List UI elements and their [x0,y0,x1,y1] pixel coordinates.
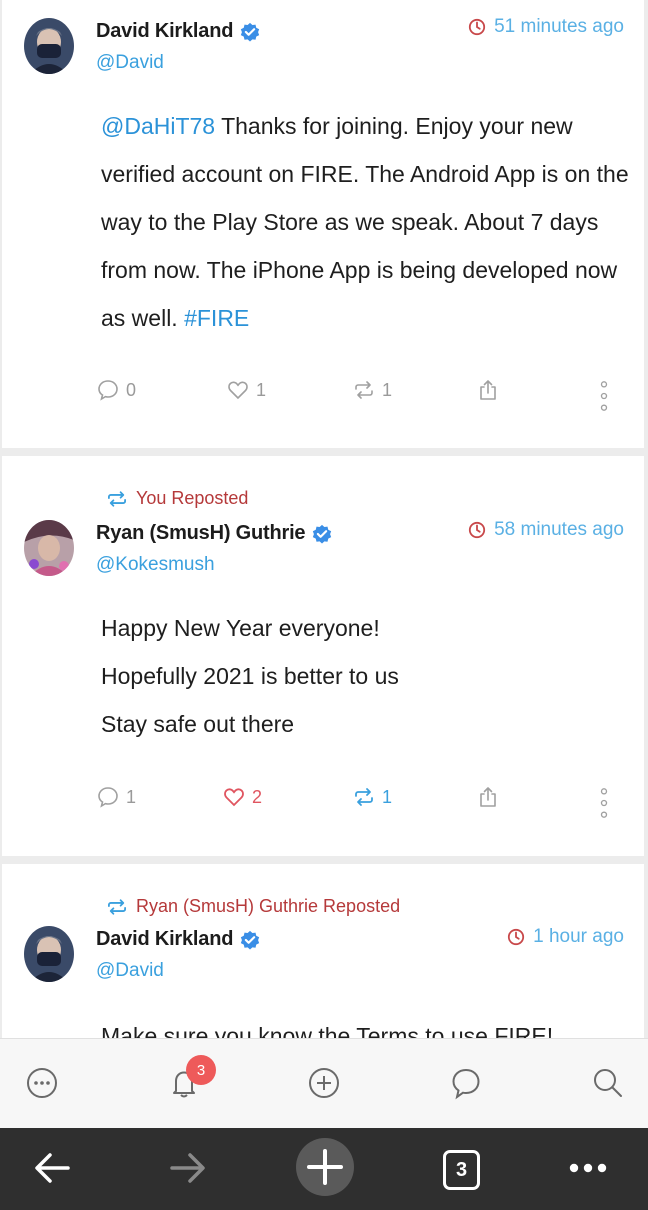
post-time-text: 1 hour ago [533,926,624,947]
repost-icon [355,788,373,806]
like-button[interactable]: 1 [226,378,266,402]
author-row: David Kirkland [96,928,261,951]
comment-count: 0 [126,379,137,400]
post-line: Stay safe out there [101,711,295,737]
author-name[interactable]: David Kirkland [96,20,233,43]
post-card[interactable]: Ryan (SmusH) Guthrie Reposted David Kirk… [2,864,644,1038]
avatar[interactable] [24,18,74,74]
comment-count: 1 [126,786,137,807]
author-name[interactable]: David Kirkland [96,928,233,951]
post-line: Hopefully 2021 is better to us [101,663,399,689]
repost-icon [108,898,127,915]
author-handle[interactable]: @Kokesmush [96,554,215,576]
heart-icon [224,788,244,807]
plus-icon [307,1149,343,1185]
share-button[interactable] [476,378,500,402]
comment-button[interactable]: 0 [96,378,136,402]
post-line: Happy New Year everyone! [101,615,380,641]
forward-arrow-icon[interactable] [166,1146,210,1190]
avatar[interactable] [24,520,74,576]
app-tab-bar [0,1038,648,1128]
mention-link[interactable]: @DaHiT78 [101,113,215,139]
avatar[interactable] [24,926,74,982]
more-circle-icon[interactable] [24,1065,60,1101]
like-button[interactable]: 2 [222,785,262,809]
post-time-text: 58 minutes ago [494,519,624,540]
post-text: Happy New Year everyone! Hopefully 2021 … [101,604,631,748]
feed: David Kirkland @David 51 minutes ago @Da… [0,0,648,1038]
author-row: David Kirkland [96,20,261,43]
repost-label: Ryan (SmusH) Guthrie Reposted [136,896,401,916]
more-horizontal-icon[interactable] [566,1146,610,1190]
more-options-button[interactable] [594,783,614,823]
new-tab-button[interactable] [296,1138,354,1196]
comment-icon [98,380,118,401]
browser-toolbar: 3 [0,1128,648,1210]
notification-badge: 3 [186,1055,216,1085]
verified-icon [241,930,260,950]
post-time: 58 minutes ago [468,519,624,541]
repost-button[interactable]: 1 [352,785,392,809]
post-body: Thanks for joining. Enjoy your new verif… [101,113,629,331]
heart-icon [228,381,248,400]
chat-icon[interactable] [448,1065,484,1101]
comment-icon [98,787,118,808]
comment-button[interactable]: 1 [96,785,136,809]
more-options-button[interactable] [594,376,614,416]
post-time: 1 hour ago [507,926,624,948]
post-text: Make sure you know the Terms to use FIRE… [101,1023,554,1038]
verified-icon [241,22,260,42]
like-count: 1 [256,379,267,400]
author-row: Ryan (SmusH) Guthrie [96,522,333,545]
repost-label-row: Ryan (SmusH) Guthrie Reposted [106,896,400,917]
share-icon [480,787,496,807]
more-vertical-icon [600,788,608,818]
search-icon[interactable] [590,1065,626,1101]
post-time: 51 minutes ago [468,16,624,38]
post-time-text: 51 minutes ago [494,16,624,37]
author-handle[interactable]: @David [96,960,164,982]
share-button[interactable] [476,785,500,809]
verified-icon [313,524,332,544]
like-count: 2 [252,786,263,807]
post-card[interactable]: You Reposted Ryan (SmusH) Guthrie @Kokes… [2,456,644,856]
tabs-count-button[interactable]: 3 [443,1150,480,1190]
repost-label-row: You Reposted [106,488,248,509]
add-circle-icon[interactable] [306,1065,342,1101]
repost-button[interactable]: 1 [352,378,392,402]
clock-icon [468,521,486,539]
post-actions: 0 1 1 [2,378,644,418]
author-name[interactable]: Ryan (SmusH) Guthrie [96,522,306,545]
repost-count: 1 [382,379,393,400]
more-vertical-icon [600,381,608,411]
hashtag-link[interactable]: #FIRE [184,305,249,331]
back-arrow-icon[interactable] [30,1146,74,1190]
post-actions: 1 2 1 [2,785,644,825]
share-icon [480,380,496,400]
clock-icon [508,928,525,946]
repost-count: 1 [382,786,393,807]
post-text: @DaHiT78 Thanks for joining. Enjoy your … [101,102,631,342]
repost-icon [108,490,127,507]
repost-label: You Reposted [136,488,249,508]
author-handle[interactable]: @David [96,52,164,74]
clock-icon [468,18,486,36]
post-card[interactable]: David Kirkland @David 51 minutes ago @Da… [2,0,644,448]
repost-icon [355,381,373,399]
